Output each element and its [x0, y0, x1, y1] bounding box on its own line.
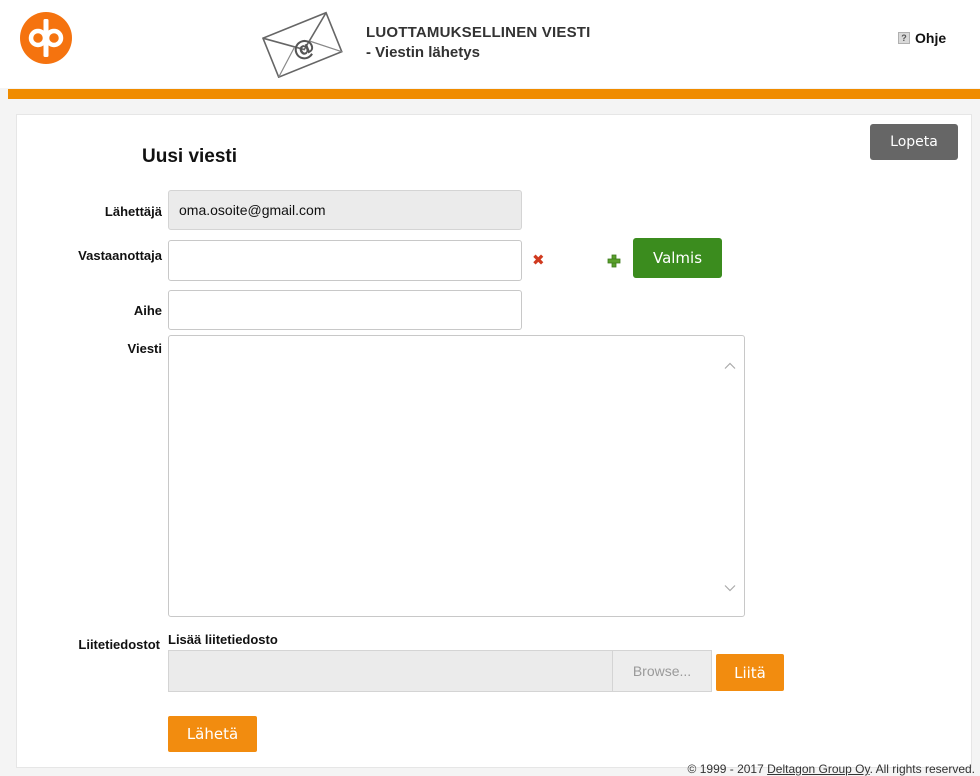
file-path-field[interactable] [168, 650, 612, 692]
subject-input[interactable] [168, 290, 522, 330]
done-button[interactable]: Valmis [633, 238, 722, 278]
header: @ LUOTTAMUKSELLINEN VIESTI - Viestin läh… [0, 0, 980, 88]
footer-suffix: . All rights reserved. [869, 762, 975, 776]
op-logo-icon [20, 12, 72, 64]
send-button[interactable]: Lähetä [168, 716, 257, 752]
browse-button[interactable]: Browse... [612, 650, 712, 692]
sender-label: Lähettäjä [104, 204, 162, 219]
subject-label: Aihe [133, 303, 162, 318]
sender-field: oma.osoite@gmail.com [168, 190, 522, 230]
help-icon: ? [898, 32, 910, 44]
header-divider-bar [8, 89, 980, 99]
company-link[interactable]: Deltagon Group Oy [767, 762, 870, 776]
page-header-subtitle: - Viestin lähetys [366, 44, 480, 61]
scroll-down-chevron-icon[interactable] [724, 582, 736, 594]
attachments-label: Liitetiedostot [78, 637, 160, 652]
help-link[interactable]: ? Ohje [898, 30, 946, 46]
message-textarea[interactable] [168, 335, 745, 617]
sender-value: oma.osoite@gmail.com [179, 202, 326, 218]
add-attachment-label: Lisää liitetiedosto [168, 632, 278, 647]
message-label: Viesti [127, 341, 162, 356]
recipient-label: Vastaanottaja [78, 248, 162, 263]
help-label: Ohje [915, 30, 947, 46]
remove-recipient-icon[interactable]: ✖ [532, 253, 546, 268]
scroll-up-chevron-icon[interactable] [724, 360, 736, 372]
message-scrollbar[interactable] [718, 340, 742, 612]
attach-button[interactable]: Liitä [716, 654, 784, 691]
page-header-title: LUOTTAMUKSELLINEN VIESTI [366, 24, 591, 41]
secure-mail-envelope-icon: @ [261, 11, 343, 78]
add-recipient-icon[interactable] [607, 254, 621, 268]
quit-button[interactable]: Lopeta [870, 124, 958, 160]
footer-prefix: © 1999 - 2017 [687, 762, 768, 776]
recipient-input[interactable] [168, 240, 522, 281]
page-title: Uusi viesti [142, 146, 238, 167]
footer-copyright: © 1999 - 2017 Deltagon Group Oy. All rig… [630, 762, 975, 776]
